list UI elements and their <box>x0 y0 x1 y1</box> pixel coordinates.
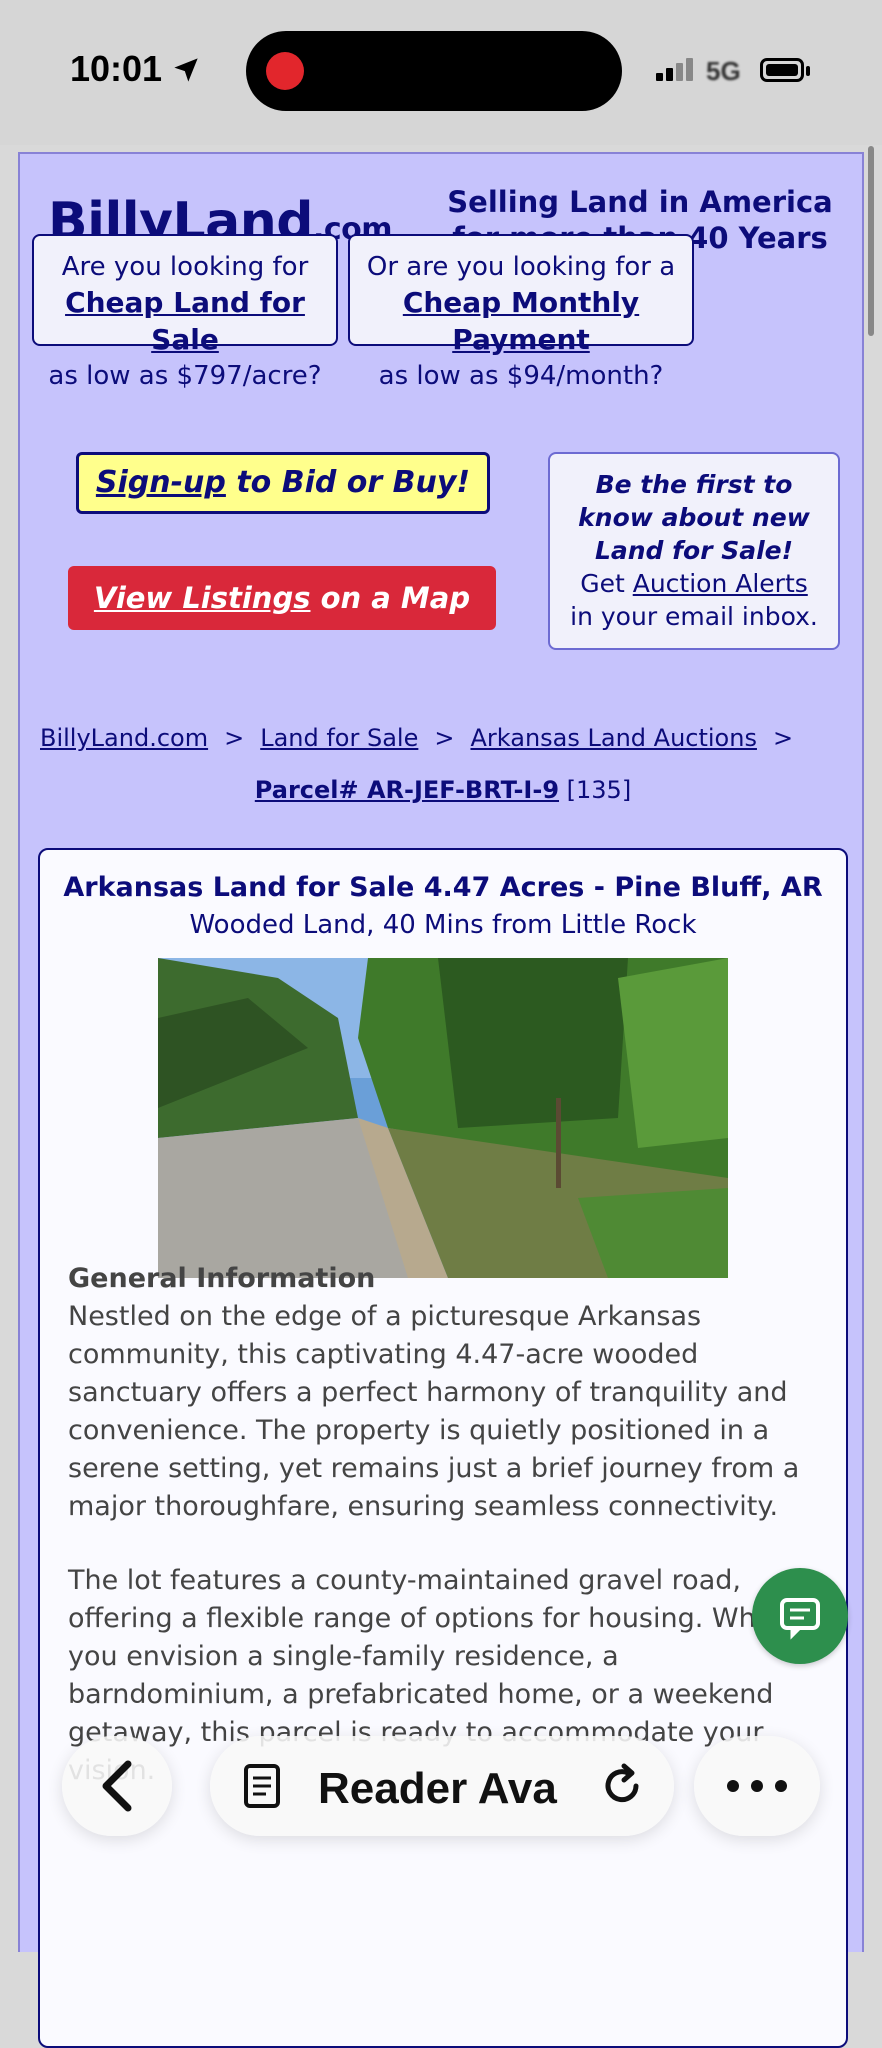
alerts-get: Get <box>580 569 633 598</box>
monthly-payment-promo: Or are you looking for a Cheap Monthly P… <box>348 234 694 391</box>
network-type: 5G <box>706 56 741 86</box>
back-button[interactable] <box>62 1736 172 1836</box>
signup-button[interactable]: Sign-up to Bid or Buy! <box>76 452 490 514</box>
listing-card: Arkansas Land for Sale 4.47 Acres - Pine… <box>38 848 848 2048</box>
alerts-line-3: Land for Sale! <box>594 536 794 565</box>
browser-toolbar: Reader Ava <box>0 1722 882 1862</box>
alerts-line-2: know about new <box>578 503 810 532</box>
location-arrow-icon <box>174 58 198 82</box>
auction-alerts-box: Be the first to know about new Land for … <box>548 452 840 650</box>
breadcrumb-separator: > <box>224 724 245 752</box>
status-bar: 10:01 5G <box>0 0 882 145</box>
section-heading: General Information <box>68 1263 376 1294</box>
breadcrumb-separator: > <box>772 724 794 752</box>
page-scrollbar[interactable] <box>868 146 874 336</box>
alerts-line-5: in your email inbox. <box>570 602 818 631</box>
breadcrumb-land-for-sale[interactable]: Land for Sale <box>260 724 418 752</box>
parcel-number[interactable]: Parcel# AR-JEF-BRT-I-9 <box>255 776 559 804</box>
listing-subtitle: Wooded Land, 40 Mins from Little Rock <box>189 910 697 940</box>
battery-cap <box>806 66 810 76</box>
reader-available-label: Reader Ava <box>318 1764 557 1813</box>
breadcrumb-arkansas-auctions[interactable]: Arkansas Land Auctions <box>470 724 756 752</box>
recording-indicator-icon <box>266 52 304 90</box>
view-map-button[interactable]: View Listings on a Map <box>68 566 496 630</box>
cheap-land-link[interactable]: Cheap Land for Sale <box>65 286 305 356</box>
description-paragraph-1: Nestled on the edge of a picturesque Ark… <box>68 1301 800 1522</box>
map-button-rest: on a Map <box>310 581 471 615</box>
chat-button[interactable] <box>752 1568 848 1664</box>
more-button[interactable] <box>694 1736 820 1836</box>
cellular-signal-icon <box>656 58 696 81</box>
more-dots-icon <box>727 1780 787 1792</box>
parcel-count: [135] <box>559 776 632 804</box>
breadcrumb-separator: > <box>434 724 455 752</box>
monthly-payment-link[interactable]: Cheap Monthly Payment <box>403 286 639 356</box>
breadcrumb-home[interactable]: BillyLand.com <box>40 724 208 752</box>
cheap-land-promo: Are you looking for Cheap Land for Sale … <box>32 234 338 391</box>
auction-alerts-link[interactable]: Auction Alerts <box>633 569 808 598</box>
reload-icon[interactable] <box>598 1762 646 1810</box>
chat-icon <box>780 1598 820 1640</box>
status-time: 10:01 <box>70 48 163 89</box>
breadcrumb: BillyLand.com > Land for Sale > Arkansas Lan… <box>40 724 850 752</box>
alerts-line-1: Be the first to <box>595 470 793 499</box>
promo-right-line-1: Or are you looking for a <box>366 252 676 282</box>
property-photo-image <box>158 958 728 1278</box>
promo-left-line-1: Are you looking for <box>61 252 309 282</box>
listing-title: Arkansas Land for Sale 4.47 Acres - Pine… <box>63 872 823 903</box>
web-page: BillyLand.com Selling Land in America fo… <box>18 152 866 2048</box>
promo-right-line-3: as low as $94/month? <box>378 361 664 391</box>
parcel-line: Parcel# AR-JEF-BRT-I-9 [135] <box>20 776 866 804</box>
chevron-left-icon <box>102 1760 132 1812</box>
promo-left-line-3: as low as $797/acre? <box>48 361 322 391</box>
signup-rest: to Bid or Buy! <box>225 465 471 500</box>
signup-link[interactable]: Sign-up <box>96 465 226 500</box>
reader-document-icon <box>244 1764 280 1808</box>
tagline-line-1: Selling Land in America <box>447 185 833 219</box>
address-bar[interactable]: Reader Ava <box>210 1736 674 1836</box>
battery-icon <box>760 58 804 82</box>
view-listings-link[interactable]: View Listings <box>94 581 311 615</box>
property-photo[interactable] <box>158 958 728 1278</box>
